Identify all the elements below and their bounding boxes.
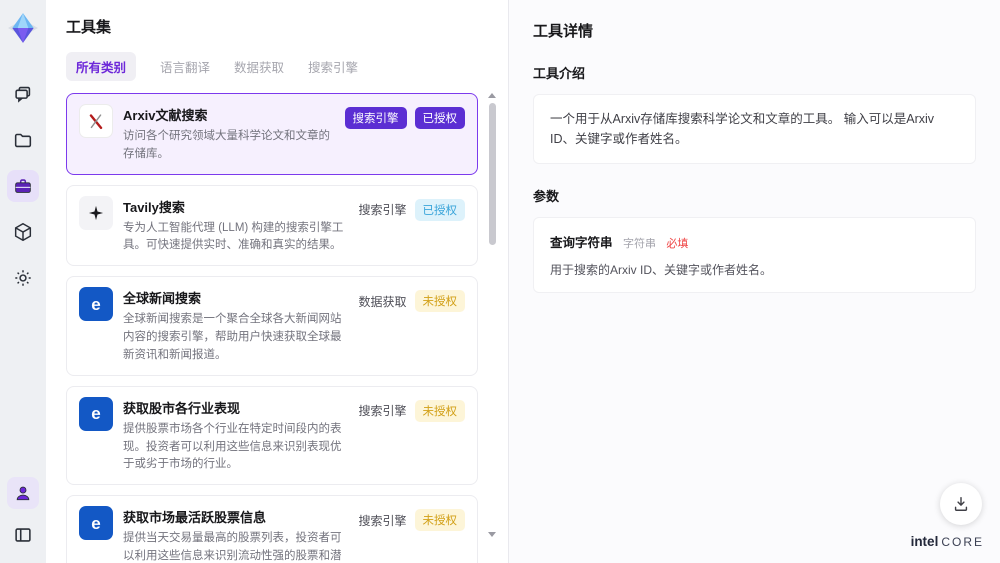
toolbox-icon (15, 179, 31, 193)
card-desc: 访问各个研究领域大量科学论文和文章的存储库。 (123, 130, 330, 160)
category-label: 搜索引擎 (358, 513, 407, 528)
sidebar-item-collapse[interactable] (7, 519, 39, 551)
tab-data-fetching[interactable]: 数据获取 (234, 57, 284, 76)
tab-all-categories[interactable]: 所有类别 (66, 52, 137, 81)
gear-icon (15, 270, 31, 286)
user-icon (16, 486, 30, 501)
status-badge: 未授权 (414, 399, 465, 422)
tab-language-translation[interactable]: 语言翻译 (160, 57, 210, 76)
page-title: 工具集 (66, 19, 112, 36)
category-label: 搜索引擎 (358, 404, 407, 419)
news-icon: e (79, 287, 113, 322)
card-body: 全球新闻搜索 全球新闻搜索是一个聚合全球各大新闻网站内容的搜索引擎，帮助用户快速… (123, 287, 348, 364)
tool-card-sector-performance[interactable]: e 获取股市各行业表现 提供股票市场各个行业在特定时间段内的表现。投资者可以利用… (66, 385, 478, 486)
intel-wordmark: intel (910, 534, 939, 549)
scrollbar-up-arrow[interactable] (488, 93, 496, 98)
param-type: 字符串 (622, 238, 656, 250)
sidebar-item-settings[interactable] (7, 262, 39, 294)
card-tags: 搜索引擎 未授权 (358, 509, 465, 532)
card-title: 获取股市各行业表现 (123, 400, 241, 416)
card-title: 获取市场最活跃股票信息 (123, 510, 267, 526)
category-tabs: 所有类别 语言翻译 数据获取 搜索引擎 (66, 52, 488, 81)
status-badge: 未授权 (414, 290, 465, 313)
card-tags: 搜索引擎 未授权 (358, 399, 465, 422)
status-badge: 已授权 (414, 198, 465, 221)
card-body: 获取市场最活跃股票信息 提供当天交易量最高的股票列表，投资者可以利用这些信息来识… (123, 506, 348, 563)
core-wordmark: CORE (941, 535, 984, 549)
category-label: 数据获取 (358, 294, 407, 309)
status-badge: 已授权 (414, 107, 465, 129)
intro-text: 一个用于从Arxiv存储库搜索科学论文和文章的工具。 输入可以是Arxiv ID… (550, 112, 935, 146)
scrollbar-down-arrow[interactable] (488, 532, 496, 537)
left-sidebar (0, 0, 46, 563)
intro-box: 一个用于从Arxiv存储库搜索科学论文和文章的工具。 输入可以是Arxiv ID… (533, 94, 976, 164)
sidebar-item-account[interactable] (7, 477, 39, 509)
sidebar-item-files[interactable] (7, 124, 39, 156)
tool-card-global-news[interactable]: e 全球新闻搜索 全球新闻搜索是一个聚合全球各大新闻网站内容的搜索引擎，帮助用户… (66, 276, 478, 376)
cube-icon (14, 222, 32, 242)
sidebar-nav (7, 78, 39, 294)
param-header: 查询字符串 字符串 必填 (550, 232, 959, 252)
param-required-badge: 必填 (666, 238, 689, 250)
news-icon: e (79, 506, 113, 541)
folder-icon (14, 133, 32, 148)
card-body: Arxiv文献搜索 访问各个研究领域大量科学论文和文章的存储库。 (123, 104, 335, 164)
category-label: 搜索引擎 (358, 203, 407, 218)
download-icon (954, 497, 968, 511)
param-box: 查询字符串 字符串 必填 用于搜索的Arxiv ID、关键字或作者姓名。 (533, 217, 976, 293)
param-name: 查询字符串 (550, 236, 613, 250)
sidebar-item-tools[interactable] (7, 170, 39, 202)
params-heading: 参数 (533, 189, 560, 204)
card-desc: 提供当天交易量最高的股票列表，投资者可以利用这些信息来识别流动性强的股票和潜在的… (123, 532, 342, 562)
card-desc: 专为人工智能代理 (LLM) 构建的搜索引擎工具。可快速提供实时、准确和真实的结… (123, 221, 344, 252)
param-desc: 用于搜索的Arxiv ID、关键字或作者姓名。 (550, 263, 773, 277)
card-body: 获取股市各行业表现 提供股票市场各个行业在特定时间段内的表现。投资者可以利用这些… (123, 397, 348, 474)
card-tags: 搜索引擎 已授权 (358, 198, 465, 221)
tool-card-active-stocks[interactable]: e 获取市场最活跃股票信息 提供当天交易量最高的股票列表，投资者可以利用这些信息… (66, 495, 478, 563)
detail-title: 工具详情 (533, 23, 594, 40)
tool-card-tavily[interactable]: Tavily搜索 专为人工智能代理 (LLM) 构建的搜索引擎工具。可快速提供实… (66, 184, 478, 267)
card-tags: 数据获取 未授权 (358, 290, 465, 313)
arxiv-icon (79, 104, 113, 138)
card-tags: 搜索引擎 已授权 (344, 107, 465, 129)
download-button[interactable] (940, 483, 982, 525)
tab-search-engine[interactable]: 搜索引擎 (308, 57, 358, 76)
tool-detail-panel: 工具详情 工具介绍 一个用于从Arxiv存储库搜索科学论文和文章的工具。 输入可… (508, 0, 1000, 563)
card-title: 全球新闻搜索 (123, 291, 202, 307)
scrollbar-thumb[interactable] (489, 103, 496, 245)
card-body: Tavily搜索 专为人工智能代理 (LLM) 构建的搜索引擎工具。可快速提供实… (123, 196, 348, 256)
chat-icon (15, 86, 31, 103)
category-badge: 搜索引擎 (344, 107, 407, 129)
status-badge: 未授权 (414, 509, 465, 532)
card-title: Tavily搜索 (123, 199, 185, 215)
card-desc: 提供股票市场各个行业在特定时间段内的表现。投资者可以利用这些信息来识别表现优于或… (123, 422, 342, 471)
panel-icon (15, 528, 31, 542)
tavily-icon (79, 195, 113, 230)
news-icon: e (79, 396, 113, 431)
tool-card-arxiv[interactable]: Arxiv文献搜索 访问各个研究领域大量科学论文和文章的存储库。 搜索引擎 已授… (66, 93, 478, 175)
intel-core-logo: intel CORE (911, 533, 984, 551)
app-logo-icon (8, 13, 38, 43)
tool-list: Arxiv文献搜索 访问各个研究领域大量科学论文和文章的存储库。 搜索引擎 已授… (66, 93, 488, 563)
sidebar-bottom (7, 477, 39, 551)
card-desc: 全球新闻搜索是一个聚合全球各大新闻网站内容的搜索引擎，帮助用户快速获取全球最新资… (123, 313, 342, 361)
sidebar-item-models[interactable] (7, 216, 39, 248)
sidebar-item-chat[interactable] (7, 78, 39, 110)
intro-heading: 工具介绍 (533, 66, 586, 81)
card-title: Arxiv文献搜索 (123, 108, 208, 123)
tool-list-panel: 工具集 所有类别 语言翻译 数据获取 搜索引擎 Arxiv文献搜索 访问各个研究… (46, 0, 508, 563)
